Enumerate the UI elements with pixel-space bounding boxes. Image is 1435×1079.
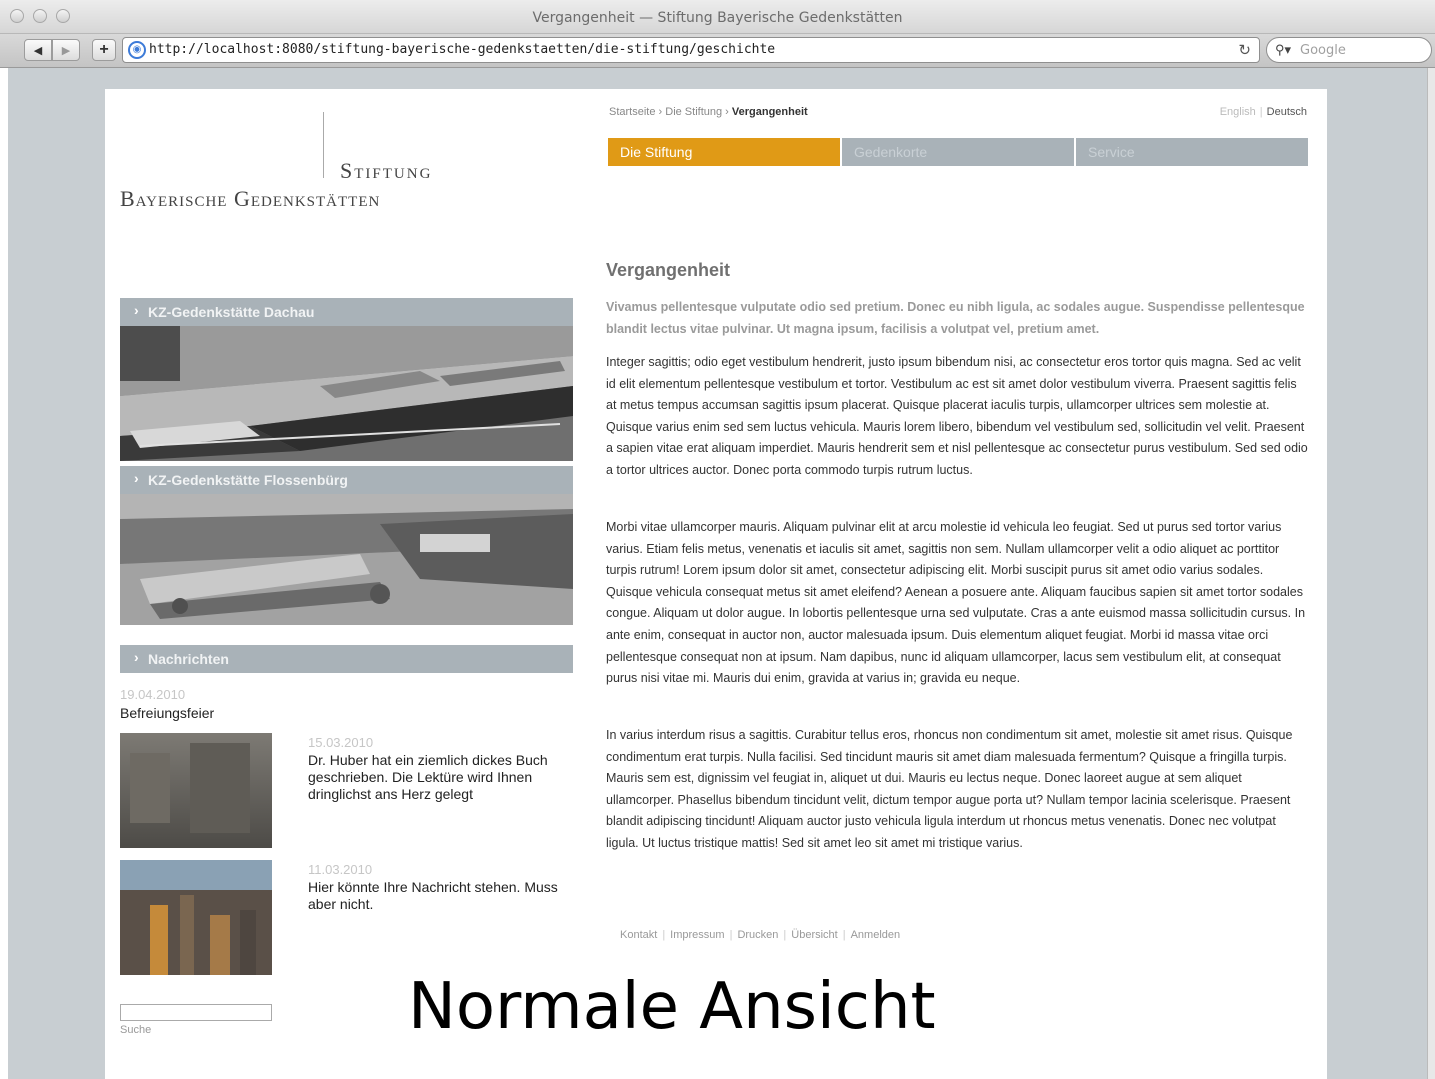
breadcrumb: Startseite › Die Stiftung › Vergangenhei… — [609, 106, 808, 118]
news-thumbnail-1[interactable] — [120, 733, 272, 848]
search-field[interactable]: ⚲▾ Google — [1266, 37, 1432, 63]
dachau-photo[interactable] — [120, 326, 573, 461]
window-titlebar: Vergangenheit — Stiftung Bayerische Gede… — [0, 0, 1435, 34]
breadcrumb-home[interactable]: Startseite — [609, 106, 655, 118]
address-bar[interactable]: ◉ http://localhost:8080/stiftung-bayeris… — [122, 37, 1260, 63]
footer-links: Kontakt | Impressum | Drucken | Übersicht | Anme… — [620, 929, 900, 941]
footer-link-uebersicht[interactable]: Übersicht — [791, 929, 837, 941]
search-placeholder: Google — [1300, 43, 1346, 58]
slide-caption: Normale Ansicht — [408, 970, 936, 1044]
news-title-link[interactable]: Befreiungsfeier — [120, 705, 214, 722]
news-date: 11.03.2010 — [308, 862, 373, 877]
nav-tab-gedenkorte[interactable]: Gedenkorte — [842, 138, 1074, 166]
language-switch: English | Deutsch — [1220, 106, 1307, 118]
forward-button[interactable]: ▶ — [52, 39, 80, 61]
article-paragraph: Morbi vitae ullamcorper mauris. Aliquam … — [606, 520, 1306, 686]
breadcrumb-section[interactable]: Die Stiftung — [665, 106, 722, 118]
vertical-scrollbar[interactable] — [1427, 68, 1435, 1079]
footer-link-anmelden[interactable]: Anmelden — [851, 929, 901, 941]
window-title: Vergangenheit — Stiftung Bayerische Gede… — [532, 10, 903, 26]
sidebar-link-flossenbuerg[interactable]: KZ-Gedenkstätte Flossenbürg — [120, 466, 573, 494]
breadcrumb-separator: › — [655, 106, 666, 118]
news-date: 19.04.2010 — [120, 687, 186, 702]
news-date: 15.03.2010 — [308, 735, 374, 750]
magnifier-icon: ⚲▾ — [1275, 42, 1292, 57]
footer-link-kontakt[interactable]: Kontakt — [620, 929, 657, 941]
footer-link-drucken[interactable]: Drucken — [737, 929, 778, 941]
article-lead: Vivamus pellentesque vulputate odio sed … — [606, 300, 1305, 336]
news-title-link[interactable]: Dr. Huber hat ein ziemlich dickes Buch g… — [308, 752, 558, 803]
add-bookmark-button[interactable]: + — [92, 39, 116, 61]
footer-link-impressum[interactable]: Impressum — [670, 929, 724, 941]
article-paragraph: Integer sagittis; odio eget vestibulum h… — [606, 355, 1308, 477]
news-title-link[interactable]: Hier könnte Ihre Nachricht stehen. Muss … — [308, 879, 558, 913]
article-paragraph: In varius interdum risus a sagittis. Cur… — [606, 728, 1293, 850]
footer-divider: | — [729, 929, 733, 941]
page-title: Vergangenheit — [606, 260, 731, 280]
sidebar-link-dachau[interactable]: KZ-Gedenkstätte Dachau — [120, 298, 573, 326]
site-globe-icon: ◉ — [128, 41, 146, 59]
language-divider: | — [1259, 106, 1263, 118]
nav-tab-die-stiftung[interactable]: Die Stiftung — [608, 138, 840, 166]
footer-divider: | — [842, 929, 846, 941]
main-navigation: Die Stiftung Gedenkorte Service — [608, 138, 1308, 166]
footer-divider: | — [662, 929, 666, 941]
language-english[interactable]: English — [1220, 106, 1256, 118]
site-search-input[interactable] — [120, 1004, 272, 1021]
browser-toolbar: ◀ ▶ + ◉ http://localhost:8080/stiftung-b… — [0, 34, 1435, 68]
nav-tab-service[interactable]: Service — [1076, 138, 1308, 166]
footer-divider: | — [783, 929, 787, 941]
reload-icon[interactable]: ↻ — [1238, 41, 1251, 59]
sidebar-news-header[interactable]: Nachrichten — [120, 645, 573, 673]
news-thumbnail-2[interactable] — [120, 860, 272, 975]
breadcrumb-separator: › — [722, 106, 732, 118]
breadcrumb-current: Vergangenheit — [731, 106, 808, 118]
language-deutsch[interactable]: Deutsch — [1267, 106, 1307, 118]
site-search-label: Suche — [120, 1024, 152, 1036]
back-button[interactable]: ◀ — [24, 39, 52, 61]
logo-line-2[interactable]: Bayerische Gedenkstätten — [120, 186, 380, 212]
logo-line-1[interactable]: Stiftung — [340, 158, 432, 184]
logo-divider — [323, 112, 324, 178]
address-input[interactable]: http://localhost:8080/stiftung-bayerisch… — [149, 42, 775, 57]
flossenbuerg-photo[interactable] — [120, 494, 573, 625]
